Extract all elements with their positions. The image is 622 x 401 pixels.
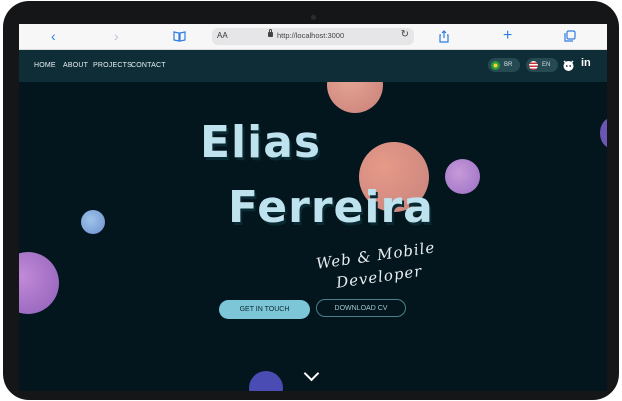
screen: ‹ › AA http://localhost:3000 ↻ + HOME AB… (19, 24, 607, 391)
new-tab-icon[interactable]: + (503, 27, 512, 44)
get-in-touch-button[interactable]: GET IN TOUCH (219, 300, 310, 319)
lang-en-toggle[interactable]: EN (526, 58, 558, 72)
nav-about[interactable]: ABOUT (63, 62, 88, 69)
forward-icon[interactable]: › (114, 28, 119, 44)
usa-flag-icon (529, 60, 538, 70)
site-navbar: HOME ABOUT PROJECTS CONTACT BR EN in (19, 50, 607, 82)
decorative-circle (600, 118, 607, 148)
linkedin-icon[interactable]: in (581, 57, 591, 69)
hero-first-name: Elias (200, 117, 322, 168)
reader-aa-button[interactable]: AA (217, 31, 228, 40)
reload-icon[interactable]: ↻ (401, 29, 409, 40)
nav-home[interactable]: HOME (34, 62, 56, 69)
decorative-circle (81, 210, 105, 234)
share-icon[interactable] (439, 28, 449, 44)
back-icon[interactable]: ‹ (51, 28, 56, 44)
nav-projects[interactable]: PROJECTS (93, 62, 132, 69)
lang-en-label: EN (542, 62, 551, 68)
browser-toolbar: ‹ › AA http://localhost:3000 ↻ + (19, 24, 607, 50)
github-icon[interactable] (562, 59, 575, 74)
brazil-flag-icon (491, 60, 500, 70)
chevron-down-icon[interactable] (303, 365, 320, 382)
bookmarks-icon[interactable] (173, 28, 186, 44)
tabs-icon[interactable] (564, 28, 576, 44)
tablet-frame: ‹ › AA http://localhost:3000 ↻ + HOME AB… (3, 1, 619, 400)
lang-br-toggle[interactable]: BR (488, 58, 520, 72)
hero-last-name: Ferreira (228, 182, 434, 233)
decorative-circle (249, 371, 283, 391)
decorative-circle (19, 252, 59, 314)
camera-dot (311, 15, 316, 20)
address-bar[interactable]: AA http://localhost:3000 ↻ (212, 28, 414, 45)
nav-contact[interactable]: CONTACT (131, 62, 166, 69)
url-text: http://localhost:3000 (277, 31, 345, 40)
download-cv-button[interactable]: DOWNLOAD CV (316, 299, 406, 317)
lang-br-label: BR (504, 62, 513, 68)
lock-icon (268, 29, 273, 37)
decorative-circle (445, 159, 480, 194)
portfolio-page: HOME ABOUT PROJECTS CONTACT BR EN in Eli… (19, 50, 607, 391)
